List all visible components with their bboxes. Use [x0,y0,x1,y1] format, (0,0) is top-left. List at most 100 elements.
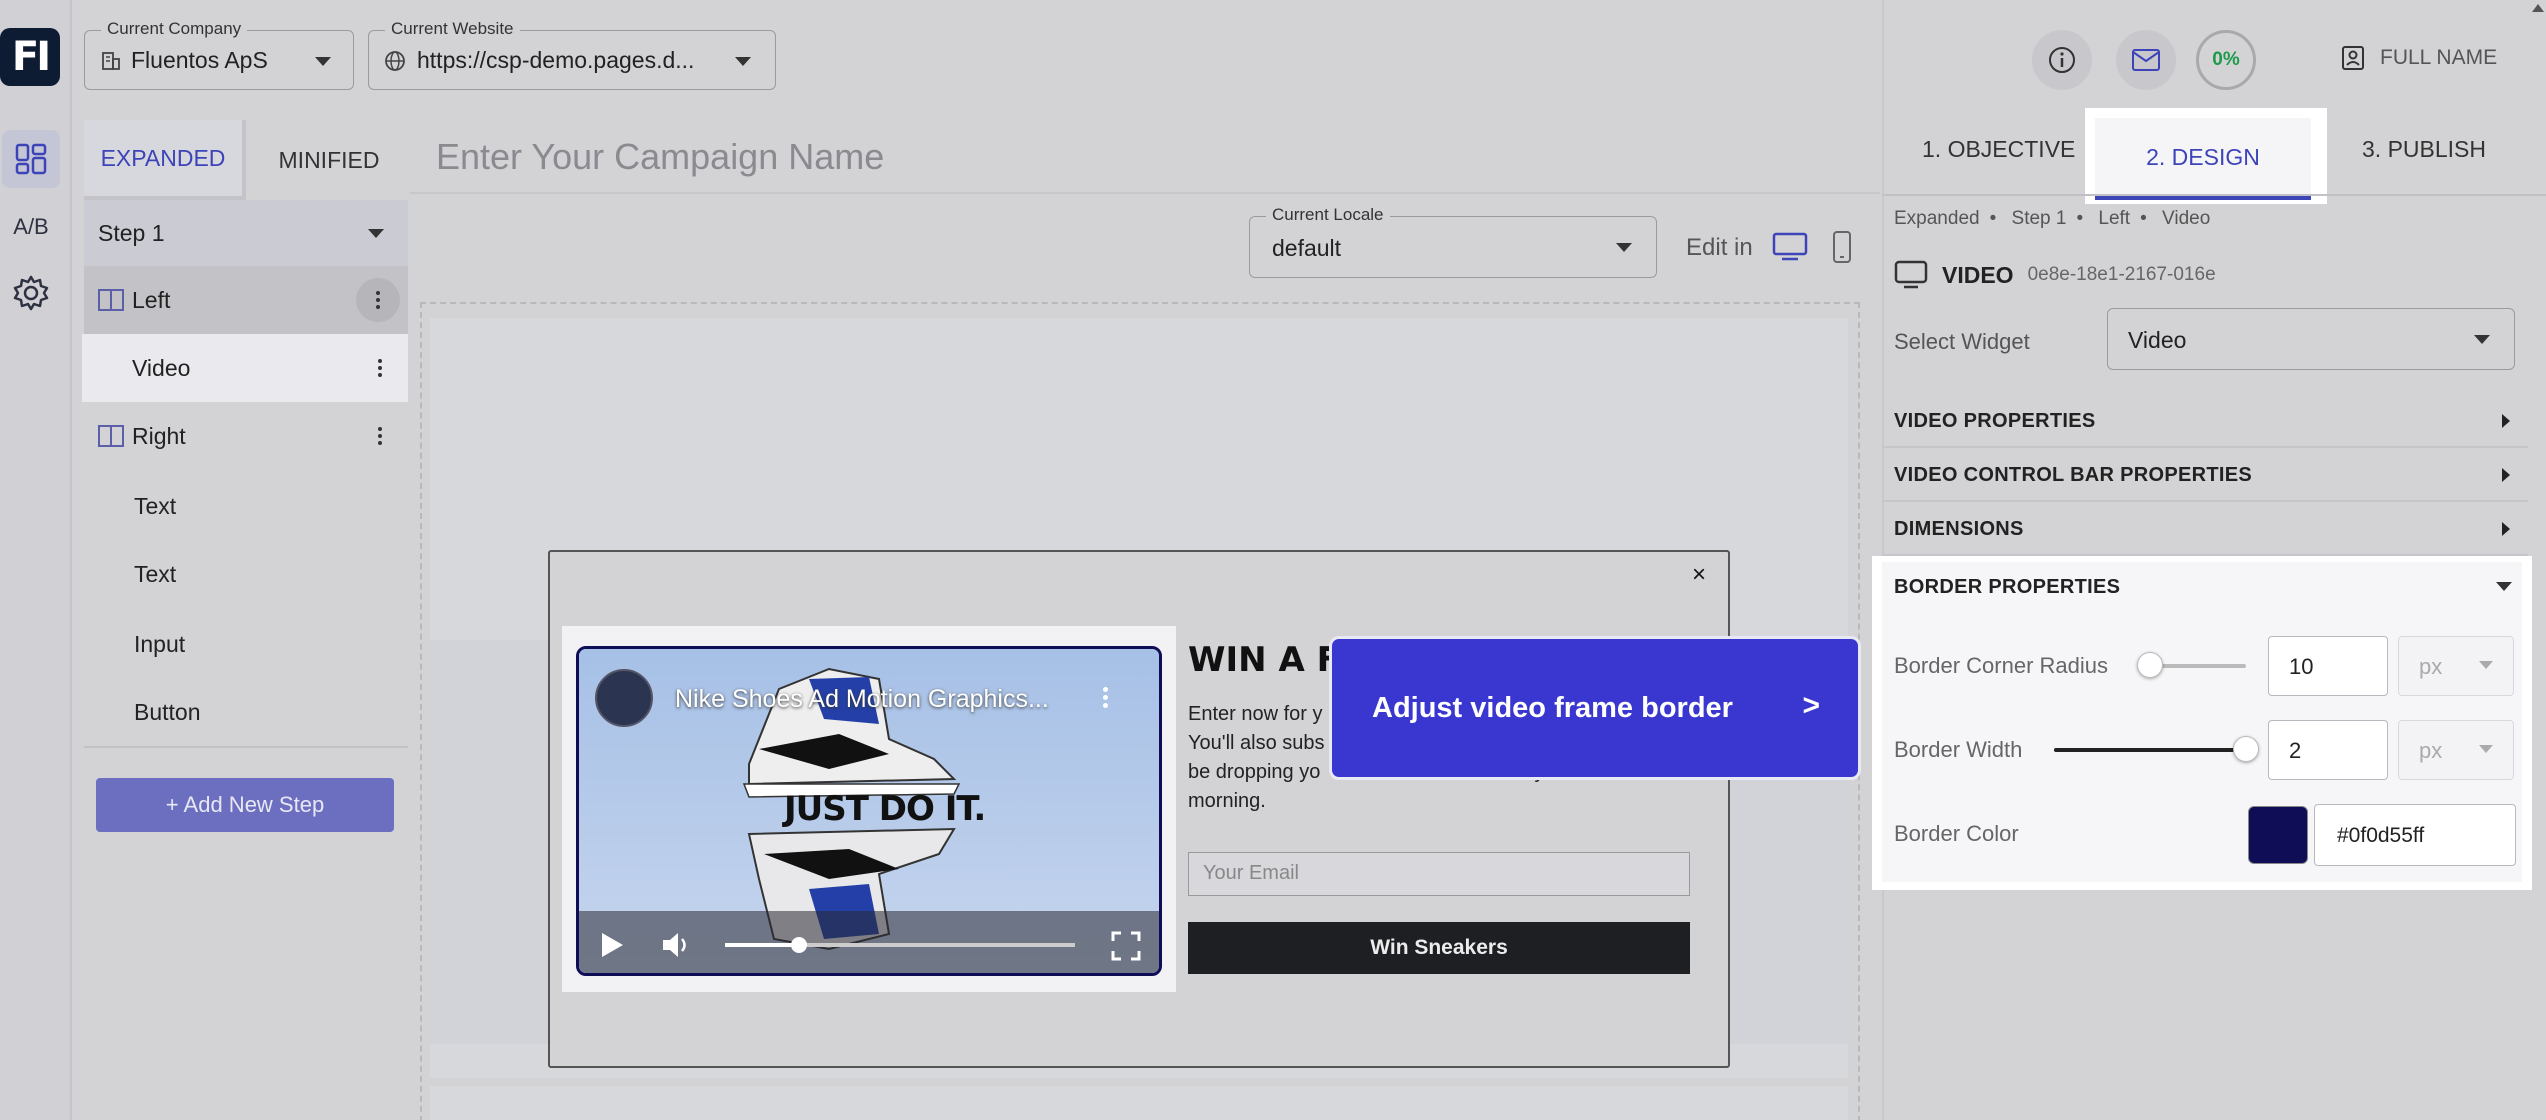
border-color-swatch[interactable] [2248,806,2308,864]
gear-icon [13,275,49,311]
video-control-bar [579,911,1159,973]
tree-item-label: Text [134,560,177,587]
chevron-down-icon [315,57,331,66]
ab-test-nav-button[interactable]: A/B [2,198,60,256]
section-video-properties[interactable]: VIDEO PROPERTIES [1882,394,2528,448]
tab-minified[interactable]: MINIFIED [250,120,408,200]
win-sneakers-button[interactable]: Win Sneakers [1188,922,1690,974]
section-video-control-bar-properties[interactable]: VIDEO CONTROL BAR PROPERTIES [1882,448,2528,502]
tab-design[interactable]: 2. DESIGN [2095,118,2311,200]
chevron-down-icon [735,57,751,66]
video-player[interactable]: Nike Shoes Ad Motion Graphics... JUST DO… [576,646,1162,976]
video-title[interactable]: Nike Shoes Ad Motion Graphics... [675,685,1049,714]
tab-publish[interactable]: 3. PUBLISH [2362,136,2486,163]
channel-avatar[interactable] [595,669,653,727]
chevron-down-icon [2496,582,2512,591]
chevron-right-icon [2502,522,2510,536]
guide-tooltip[interactable]: Adjust video frame border > [1329,636,1861,780]
company-select-label: Current Company [101,19,248,39]
email-field[interactable]: Your Email [1188,852,1690,896]
campaign-name-input[interactable]: Enter Your Campaign Name [436,136,884,178]
tree-item-text[interactable]: Text [84,540,408,608]
add-new-step-button[interactable]: + Add New Step [96,778,394,832]
tree-item-label: Right [132,422,186,449]
company-select[interactable]: Current Company Fluentos ApS [84,19,354,90]
settings-nav-button[interactable] [2,264,60,322]
mobile-icon[interactable] [1832,230,1852,264]
info-icon [2049,47,2075,73]
section-dimensions[interactable]: DIMENSIONS [1882,502,2528,556]
more-options-button[interactable] [356,278,400,322]
columns-icon [98,289,124,311]
tree-item-input[interactable]: Input [84,610,408,678]
app-logo[interactable]: FI [0,28,60,86]
video-more-icon[interactable] [1101,687,1109,708]
chevron-down-icon [2479,661,2493,669]
top-bar: Current Company Fluentos ApS Current Web… [72,0,1882,118]
video-slogan: JUST DO IT. [784,789,986,829]
unit-value: px [2419,738,2443,763]
select-widget-dropdown[interactable]: Video [2107,308,2515,370]
tree-item-label: Text [134,492,177,519]
columns-icon [98,425,124,447]
chevron-down-icon [2474,335,2490,344]
divider [84,746,408,748]
user-full-name[interactable]: FULL NAME [2380,46,2497,70]
kebab-icon[interactable] [376,427,384,445]
chevron-down-icon [2479,745,2493,753]
volume-icon[interactable] [661,931,693,959]
tree-item-label: Button [134,698,201,725]
desktop-icon[interactable] [1772,232,1808,262]
kebab-icon[interactable] [376,359,384,377]
tooltip-next-button[interactable]: > [1802,689,1820,723]
border-corner-radius-unit-select[interactable]: px [2398,636,2514,696]
tree-item-right[interactable]: Right [84,402,408,470]
user-profile-icon[interactable] [2340,44,2368,72]
tooltip-text: Adjust video frame border [1372,691,1733,724]
edit-in-label: Edit in [1686,234,1753,261]
step-select[interactable]: Step 1 [84,200,408,266]
locale-select-value: default [1272,235,1342,261]
breadcrumb-item[interactable]: Step 1 [2012,208,2067,229]
info-button[interactable] [2032,30,2092,90]
select-widget-value: Video [2128,327,2187,353]
tab-objective[interactable]: 1. OBJECTIVE [1922,136,2075,163]
popup-body-text: Enter now for y You'll also subs be drop… [1188,703,1325,812]
border-width-slider-handle[interactable] [2233,736,2259,762]
close-icon[interactable]: × [1692,561,1706,589]
breadcrumb-item[interactable]: Left [2098,208,2130,229]
tree-item-left[interactable]: Left [84,266,408,334]
video-progress-handle[interactable] [790,937,807,953]
border-corner-radius-input[interactable]: 10 [2268,636,2388,696]
border-width-input[interactable]: 2 [2268,720,2388,780]
border-width-slider-fill [2054,748,2246,752]
border-color-label: Border Color [1894,821,2019,846]
tree-item-text[interactable]: Text [84,472,408,540]
canvas-band [430,1086,1848,1120]
mail-icon [2132,49,2160,71]
tab-expanded[interactable]: EXPANDED [84,120,246,200]
scroll-up-icon[interactable] [2532,4,2544,12]
border-corner-radius-label: Border Corner Radius [1894,653,2108,678]
campaigns-nav-button[interactable] [2,130,60,188]
border-corner-radius-slider[interactable] [2150,664,2246,668]
locale-select[interactable]: Current Locale default [1249,205,1657,278]
website-select[interactable]: Current Website https://csp-demo.pages.d… [368,19,776,90]
border-color-input[interactable]: #0f0d55ff [2314,804,2516,866]
tree-item-button[interactable]: Button [84,678,408,746]
border-width-label: Border Width [1894,737,2023,762]
chevron-down-icon [1616,243,1632,252]
tree-item-video[interactable]: Video [82,334,408,402]
widget-id: 0e8e-18e1-2167-016e [2027,264,2216,285]
play-icon[interactable] [599,931,625,959]
border-corner-radius-slider-handle[interactable] [2137,652,2163,678]
section-border-properties[interactable]: BORDER PROPERTIES [1882,560,2528,614]
ab-label: A/B [13,214,49,239]
select-widget-label: Select Widget [1894,329,2030,354]
messages-button[interactable] [2116,30,2176,90]
tree-item-label: Video [132,354,191,381]
breadcrumb-item[interactable]: Expanded [1894,208,1980,229]
border-width-unit-select[interactable]: px [2398,720,2514,780]
section-title: VIDEO CONTROL BAR PROPERTIES [1894,464,2253,486]
fullscreen-icon[interactable] [1111,931,1141,961]
